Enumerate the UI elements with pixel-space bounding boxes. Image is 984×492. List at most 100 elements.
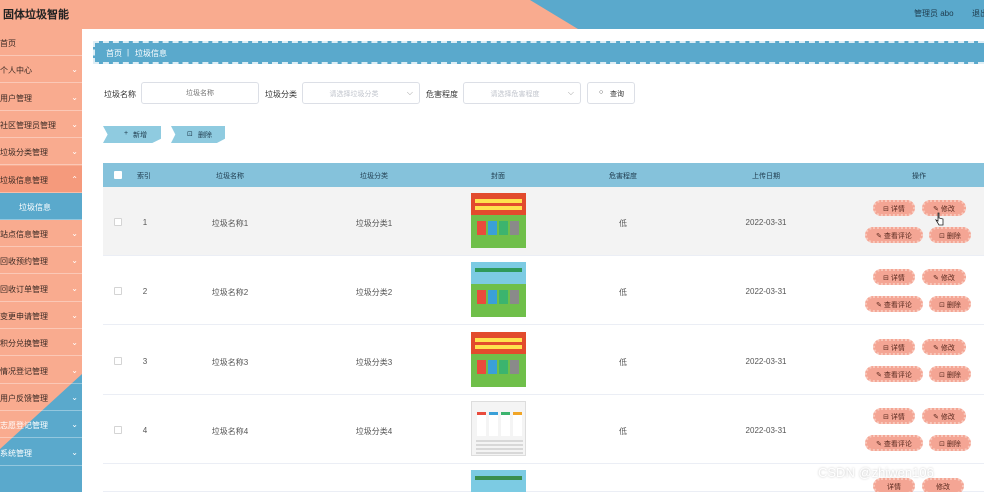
pencil-icon: ✎ — [876, 302, 884, 310]
edit-button-text: 修改 — [940, 413, 955, 421]
sidebar-item-6[interactable]: 垃圾信息 — [0, 192, 82, 220]
cover-image-art — [475, 476, 522, 480]
cover-image-art — [475, 199, 522, 203]
cover-image-art — [471, 193, 526, 215]
sidebar-item-9[interactable]: 回收订单管理 ⌄ — [0, 275, 82, 302]
detail-button-label: ⊟ 详情 — [875, 273, 913, 283]
chevron-down-icon: ⌄ — [71, 147, 78, 157]
document-icon: ⊟ — [883, 344, 891, 352]
chevron-down-icon: ⌄ — [71, 283, 78, 293]
chevron-down-icon: ⌄ — [71, 338, 78, 348]
row-checkbox[interactable] — [114, 218, 122, 226]
chevron-down-icon: ⌵ — [406, 88, 413, 97]
sidebar-item-0[interactable]: 首页 — [0, 29, 82, 56]
delete-button[interactable]: ⊡ 删除 — [929, 434, 971, 451]
edit-button[interactable]: ✎ 修改 — [922, 269, 966, 286]
sidebar-item-label: 积分兑换管理 — [0, 339, 48, 349]
name-input[interactable] — [141, 82, 259, 104]
cover-image-art — [488, 221, 497, 235]
sidebar-item-7[interactable]: 站点信息管理 ⌄ — [0, 220, 82, 248]
delete-button[interactable]: ⊡ 删除 — [929, 365, 971, 382]
detail-button[interactable]: ⊟ 详情 — [873, 200, 915, 216]
sidebar-item-label: 回收预约管理 — [0, 257, 48, 267]
logout-link[interactable]: 退出 — [972, 8, 984, 19]
sidebar-item-8[interactable]: 回收预约管理 ⌄ — [0, 247, 82, 275]
row-checkbox[interactable] — [114, 425, 122, 434]
view-comments-button[interactable]: ✎ 查看评论 — [865, 296, 923, 313]
cover-image — [471, 470, 526, 492]
detail-button-label: 详情 — [887, 484, 901, 491]
cell-index: 3 — [142, 356, 148, 366]
cover-image-art — [477, 221, 486, 235]
view-comments-button-text: 查看评论 — [883, 371, 912, 379]
query-button-label: 查询 — [610, 91, 624, 98]
delete-button-label: ⊡ 删除 — [931, 370, 969, 380]
add-button-label: 新增 — [133, 132, 147, 139]
breadcrumb-home[interactable]: 首页 — [106, 48, 122, 59]
sidebar-item-4[interactable]: 垃圾分类管理 ⌄ — [0, 138, 82, 166]
detail-button[interactable]: ⊟ 详情 — [873, 269, 915, 286]
top-header: 固体垃圾智能 管理员 abo 退出 — [0, 0, 984, 29]
category-placeholder: 请选择垃圾分类 — [329, 91, 379, 98]
pencil-icon: ✎ — [933, 413, 941, 421]
sidebar-item-3[interactable]: 社区管理员管理 ⌄ — [0, 111, 82, 138]
query-button[interactable]: ○ 查询 — [587, 82, 635, 104]
row-checkbox[interactable] — [114, 287, 122, 296]
row-checkbox[interactable] — [114, 356, 122, 365]
cell-name: 垃圾名称4 — [211, 426, 249, 436]
cover-image-art — [510, 221, 519, 235]
cover-image-art — [475, 268, 522, 273]
delete-button[interactable]: ⊡ 删除 — [929, 296, 971, 313]
view-comments-button-label: ✎ 查看评论 — [867, 370, 921, 380]
category-select[interactable]: 请选择垃圾分类 ⌵ — [302, 82, 420, 104]
cell-name: 垃圾名称3 — [211, 357, 249, 367]
edit-button[interactable]: ✎ 修改 — [922, 407, 966, 424]
cell-category: 垃圾分类3 — [355, 357, 393, 367]
sidebar-item-1[interactable]: 个人中心 ⌄ — [0, 56, 82, 84]
edit-button[interactable]: ✎ 修改 — [922, 338, 966, 355]
chevron-up-icon: ⌃ — [71, 174, 78, 184]
cover-image — [471, 193, 526, 248]
hazard-select[interactable]: 请选择危害程度 ⌵ — [463, 82, 581, 104]
category-label: 垃圾分类 — [265, 90, 297, 99]
breadcrumb: 首页 | 垃圾信息 — [93, 41, 984, 64]
edit-button-label: 修改 — [936, 484, 950, 491]
sidebar-item-13[interactable]: 用户反馈管理 ⌄ — [0, 384, 82, 411]
detail-button[interactable]: ⊟ 详情 — [873, 407, 915, 424]
edit-button[interactable]: 修改 — [922, 478, 964, 492]
sidebar-item-11[interactable]: 积分兑换管理 ⌄ — [0, 329, 82, 357]
sidebar-item-14[interactable]: 志愿登记管理 ⌄ — [0, 411, 82, 439]
view-comments-button[interactable]: ✎ 查看评论 — [865, 434, 923, 451]
sidebar-item-5[interactable]: 垃圾信息管理 ⌃ — [0, 165, 82, 193]
select-all-checkbox[interactable] — [114, 171, 122, 179]
sidebar-item-15[interactable]: 系统管理 ⌄ — [0, 439, 82, 466]
col-cover: 封面 — [491, 173, 505, 180]
cell-hazard: 低 — [619, 219, 627, 228]
detail-button-text: 详情 — [890, 275, 905, 283]
sidebar-item-label: 垃圾信息管理 — [0, 175, 48, 185]
edit-button-label: ✎ 修改 — [924, 273, 964, 283]
view-comments-button[interactable]: ✎ 查看评论 — [865, 365, 923, 382]
cover-image-art — [488, 359, 497, 374]
delete-button[interactable]: ⊡ 删除 — [929, 227, 971, 243]
detail-button-text: 详情 — [890, 344, 905, 352]
chevron-down-icon: ⌄ — [71, 119, 78, 129]
sidebar-item-12[interactable]: 情况登记管理 ⌄ — [0, 357, 82, 384]
detail-button[interactable]: ⊟ 详情 — [873, 338, 915, 355]
detail-button[interactable]: 详情 — [873, 478, 915, 492]
trash-icon: ⊡ — [187, 131, 193, 138]
search-icon: ○ — [599, 89, 604, 96]
chevron-down-icon: ⌄ — [71, 420, 78, 430]
add-button[interactable]: + 新增 — [103, 126, 161, 143]
sidebar-item-label: 系统管理 — [0, 448, 32, 458]
cover-image — [471, 331, 526, 387]
cover-image-art — [476, 443, 523, 446]
delete-selected-button[interactable]: ⊡ 删除 — [171, 126, 225, 143]
view-comments-button[interactable]: ✎ 查看评论 — [865, 227, 923, 243]
cell-category: 垃圾分类2 — [355, 288, 393, 298]
sidebar-item-2[interactable]: 用户管理 ⌄ — [0, 84, 82, 111]
sidebar-item-10[interactable]: 变更申请管理 ⌄ — [0, 302, 82, 329]
sidebar-item-label: 变更申请管理 — [0, 312, 48, 321]
sidebar-item-label: 回收订单管理 — [0, 284, 48, 294]
chevron-down-icon: ⌄ — [71, 392, 78, 402]
